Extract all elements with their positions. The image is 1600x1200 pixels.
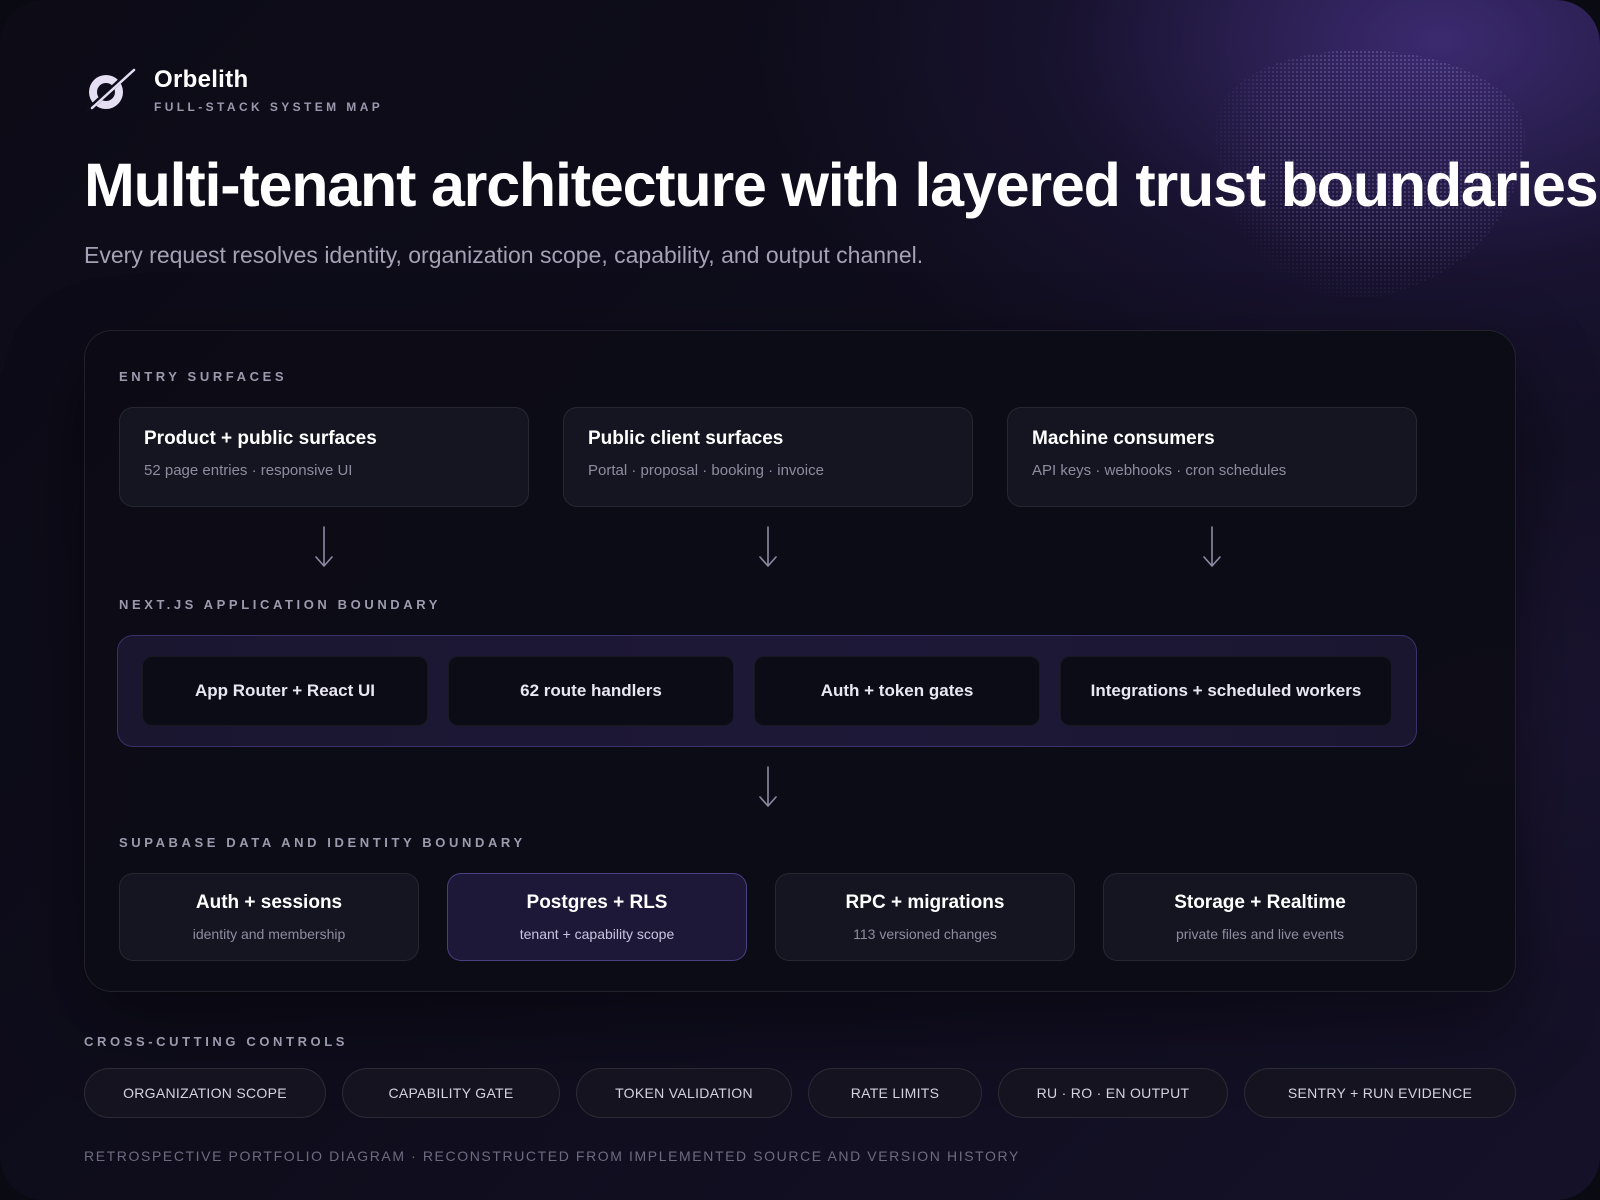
entry-card-title: Product + public surfaces <box>144 428 377 449</box>
footer-note: RETROSPECTIVE PORTFOLIO DIAGRAM · RECONS… <box>84 1148 1020 1164</box>
data-card-storage: Storage + Realtime private files and liv… <box>1103 873 1417 961</box>
entry-card-title: Machine consumers <box>1032 428 1215 449</box>
brand: Orbelith FULL-STACK SYSTEM MAP <box>84 64 383 116</box>
control-pill-capability: CAPABILITY GATE <box>342 1068 560 1118</box>
orbit-logo-icon <box>85 68 136 113</box>
architecture-panel: ENTRY SURFACES Product + public surfaces… <box>84 330 1516 992</box>
entry-card-subtitle: API keys · webhooks · cron schedules <box>1032 462 1287 479</box>
data-card-subtitle: private files and live events <box>1175 926 1345 942</box>
control-pill-rate-limits: RATE LIMITS <box>808 1068 982 1118</box>
data-card-auth: Auth + sessions identity and membership <box>119 873 419 961</box>
data-card-subtitle: identity and membership <box>192 926 346 942</box>
page-title: Multi-tenant architecture with layered t… <box>84 151 1599 219</box>
chip-app-router: App Router + React UI <box>142 656 428 726</box>
data-card-title: RPC + migrations <box>845 892 1005 913</box>
data-card-title: Auth + sessions <box>195 892 343 913</box>
arrow-down-icon <box>315 526 333 567</box>
data-card-title: Postgres + RLS <box>526 892 668 913</box>
app-boundary-label: NEXT.JS APPLICATION BOUNDARY <box>119 597 442 612</box>
control-pill-org-scope: ORGANIZATION SCOPE <box>84 1068 326 1118</box>
brand-name: Orbelith <box>154 66 249 93</box>
data-card-rpc: RPC + migrations 113 versioned changes <box>775 873 1075 961</box>
nextjs-boundary: App Router + React UI 62 route handlers … <box>117 635 1417 747</box>
controls-label: CROSS-CUTTING CONTROLS <box>84 1034 349 1049</box>
data-boundary-label: SUPABASE DATA AND IDENTITY BOUNDARY <box>119 835 526 850</box>
chip-auth-gates: Auth + token gates <box>754 656 1040 726</box>
entry-card-machine: Machine consumers API keys · webhooks · … <box>1007 407 1417 507</box>
chip-route-handlers: 62 route handlers <box>448 656 734 726</box>
arrow-down-icon <box>759 526 777 567</box>
control-pill-output: RU · RO · EN OUTPUT <box>998 1068 1228 1118</box>
chip-integrations: Integrations + scheduled workers <box>1060 656 1392 726</box>
entry-card-title: Public client surfaces <box>588 428 784 449</box>
data-card-subtitle: tenant + capability scope <box>519 926 675 942</box>
entry-card-product: Product + public surfaces 52 page entrie… <box>119 407 529 507</box>
entry-surfaces-label: ENTRY SURFACES <box>119 369 288 384</box>
page: Orbelith FULL-STACK SYSTEM MAP Multi-ten… <box>0 0 1600 1200</box>
page-subtitle: Every request resolves identity, organiz… <box>84 242 924 268</box>
data-card-subtitle: 113 versioned changes <box>853 926 997 942</box>
entry-card-public-client: Public client surfaces Portal · proposal… <box>563 407 973 507</box>
arrow-down-icon <box>1203 526 1221 567</box>
data-card-postgres: Postgres + RLS tenant + capability scope <box>447 873 747 961</box>
entry-card-subtitle: Portal · proposal · booking · invoice <box>588 462 824 479</box>
entry-card-subtitle: 52 page entries · responsive UI <box>144 462 353 479</box>
data-card-title: Storage + Realtime <box>1174 892 1346 913</box>
brand-text: Orbelith FULL-STACK SYSTEM MAP <box>154 66 383 114</box>
control-pill-sentry: SENTRY + RUN EVIDENCE <box>1244 1068 1516 1118</box>
arrow-down-icon <box>759 766 777 807</box>
brand-subtitle: FULL-STACK SYSTEM MAP <box>154 100 384 114</box>
control-pill-token: TOKEN VALIDATION <box>576 1068 792 1118</box>
